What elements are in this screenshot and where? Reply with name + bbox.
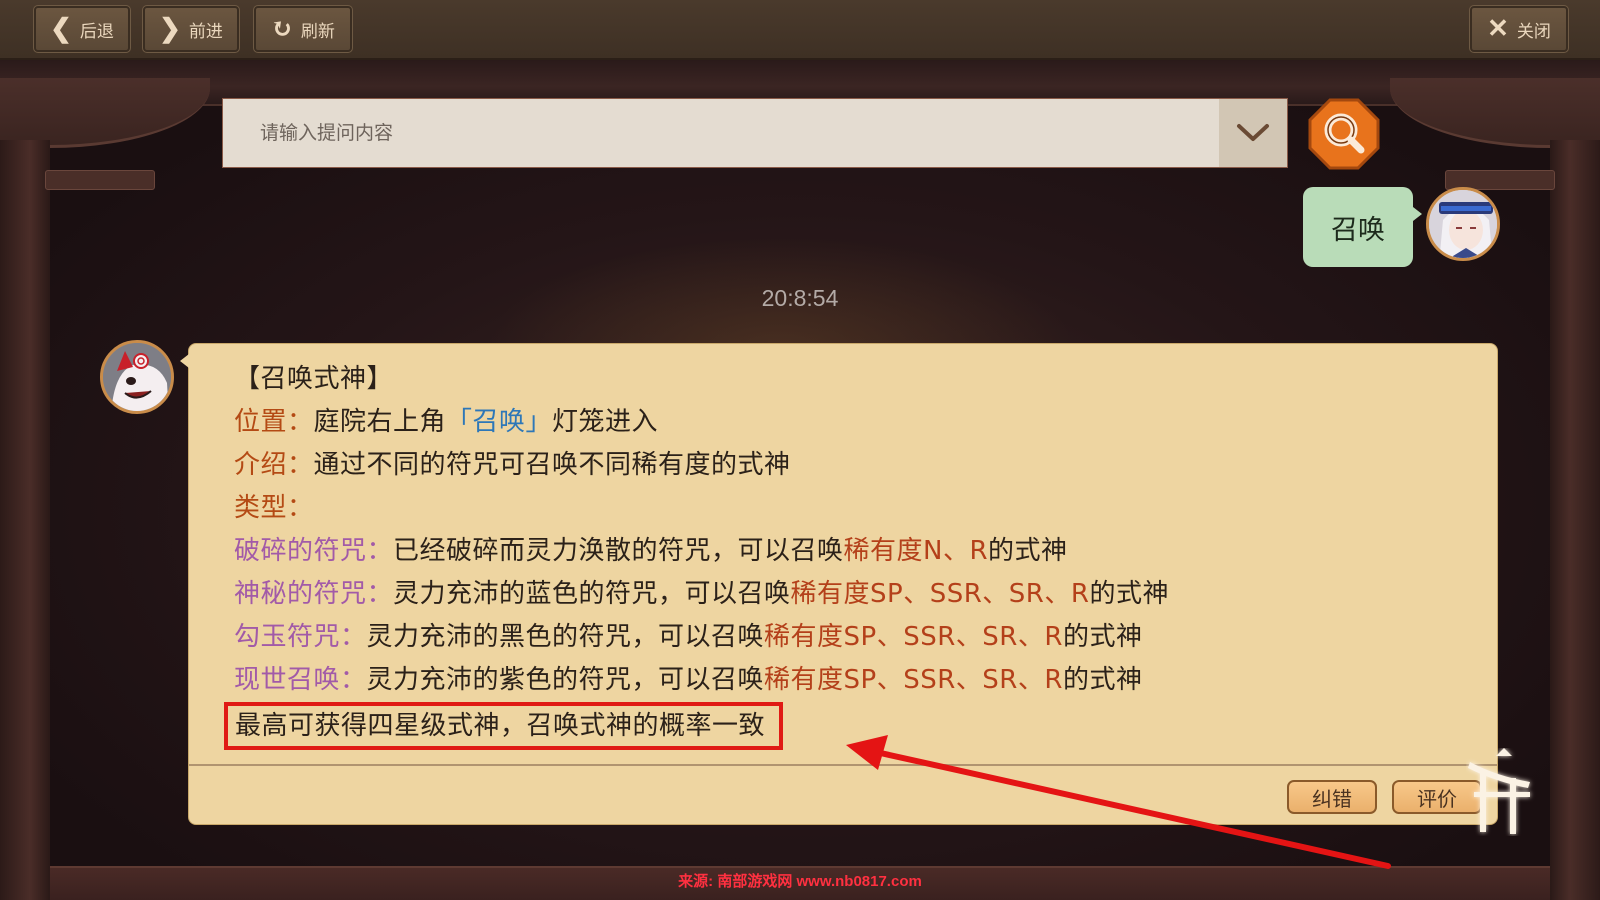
search-icon [1308, 98, 1380, 170]
answer-title: 【召唤式神】 [234, 358, 1477, 401]
location-line: 位置：庭院右上角「召唤」灯笼进入 [234, 401, 1477, 444]
type-name: 破碎的符咒： [234, 536, 394, 566]
search-input[interactable] [223, 99, 1219, 167]
summon-link[interactable]: 「召唤」 [446, 407, 552, 437]
type-name: 现世召唤： [234, 665, 367, 695]
right-pillar-decoration [1550, 140, 1600, 900]
answer-card: 【召唤式神】 位置：庭院右上角「召唤」灯笼进入 介绍：通过不同的符咒可召唤不同稀… [180, 343, 1498, 825]
type-desc: 灵力充沛的蓝色的符咒，可以召唤 [393, 579, 791, 609]
type-item: 现世召唤：灵力充沛的紫色的符咒，可以召唤稀有度SP、SSR、SR、R的式神 [234, 659, 1477, 702]
type-desc: 已经破碎而灵力涣散的符咒，可以召唤 [393, 536, 844, 566]
search-dropdown-button[interactable] [1219, 99, 1287, 167]
user-message-text: 召唤 [1331, 214, 1385, 246]
close-button[interactable]: ✕ 关闭 [1469, 5, 1569, 53]
intro-line: 介绍：通过不同的符咒可召唤不同稀有度的式神 [234, 444, 1477, 487]
type-line: 类型： [234, 487, 1477, 530]
user-message-bubble: 召唤 [1303, 187, 1422, 267]
refresh-icon: ↻ [271, 14, 293, 44]
search-bar [222, 98, 1288, 168]
type-item: 神秘的符咒：灵力充沛的蓝色的符咒，可以召唤稀有度SP、SSR、SR、R的式神 [234, 573, 1477, 616]
refresh-button[interactable]: ↻ 刷新 [253, 5, 353, 53]
type-rarity: 稀有度SP、SSR、SR、R [764, 622, 1063, 652]
type-suffix: 的式神 [988, 536, 1068, 566]
type-name: 勾玉符咒： [234, 622, 367, 652]
note-line: 最高可获得四星级式神，召唤式神的概率一致 [224, 702, 1477, 750]
correct-error-label: 纠错 [1312, 786, 1352, 811]
location-label: 位置： [234, 407, 314, 437]
chevron-right-icon: ❯ [159, 14, 181, 44]
intro-text: 通过不同的符咒可召唤不同稀有度的式神 [313, 450, 791, 480]
left-pillar-decoration [0, 140, 50, 900]
close-label: 关闭 [1516, 21, 1551, 42]
chevron-left-icon: ❮ [50, 14, 72, 44]
search-button[interactable] [1308, 98, 1380, 170]
back-label: 后退 [79, 21, 114, 42]
type-item: 破碎的符咒：已经破碎而灵力涣散的符咒，可以召唤稀有度N、R的式神 [234, 530, 1477, 573]
torii-gate-icon [1468, 748, 1530, 834]
intro-label: 介绍： [234, 450, 314, 480]
highlighted-note: 最高可获得四星级式神，召唤式神的概率一致 [224, 702, 784, 750]
refresh-label: 刷新 [300, 21, 335, 42]
top-toolbar: ❮ 后退 ❯ 前进 ↻ 刷新 ✕ 关闭 [0, 0, 1600, 60]
user-avatar [1426, 187, 1500, 261]
message-timestamp: 20:8:54 [761, 285, 839, 311]
type-desc: 灵力充沛的黑色的符咒，可以召唤 [366, 622, 765, 652]
answer-title-text: 【召唤式神】 [234, 364, 394, 394]
type-label: 类型： [234, 493, 314, 523]
type-item: 勾玉符咒：灵力充沛的黑色的符咒，可以召唤稀有度SP、SSR、SR、R的式神 [234, 616, 1477, 659]
type-suffix: 的式神 [1062, 665, 1143, 695]
forward-label: 前进 [188, 21, 223, 42]
scroll-top-torii-button[interactable] [1466, 748, 1536, 836]
correct-error-button[interactable]: 纠错 [1287, 780, 1377, 814]
type-rarity: 稀有度SP、SSR、SR、R [790, 579, 1090, 609]
assistant-avatar [100, 340, 174, 414]
chevron-down-icon [1237, 124, 1269, 141]
rate-label: 评价 [1417, 786, 1457, 811]
forward-button[interactable]: ❯ 前进 [142, 5, 240, 53]
type-rarity: 稀有度N、R [843, 536, 989, 566]
answer-content: 【召唤式神】 位置：庭院右上角「召唤」灯笼进入 介绍：通过不同的符咒可召唤不同稀… [224, 358, 1477, 750]
type-suffix: 的式神 [1089, 579, 1169, 609]
location-suffix: 灯笼进入 [552, 407, 659, 437]
type-name: 神秘的符咒： [234, 579, 394, 609]
back-button[interactable]: ❮ 后退 [33, 5, 131, 53]
source-watermark: 来源: 南部游戏网 www.nb0817.com [678, 873, 922, 890]
left-bracket-decoration [45, 170, 155, 190]
close-icon: ✕ [1487, 14, 1509, 44]
card-divider [189, 764, 1497, 766]
type-rarity: 稀有度SP、SSR、SR、R [764, 665, 1063, 695]
location-prefix: 庭院右上角 [313, 407, 447, 437]
type-desc: 灵力充沛的紫色的符咒，可以召唤 [366, 665, 765, 695]
type-suffix: 的式神 [1062, 622, 1143, 652]
